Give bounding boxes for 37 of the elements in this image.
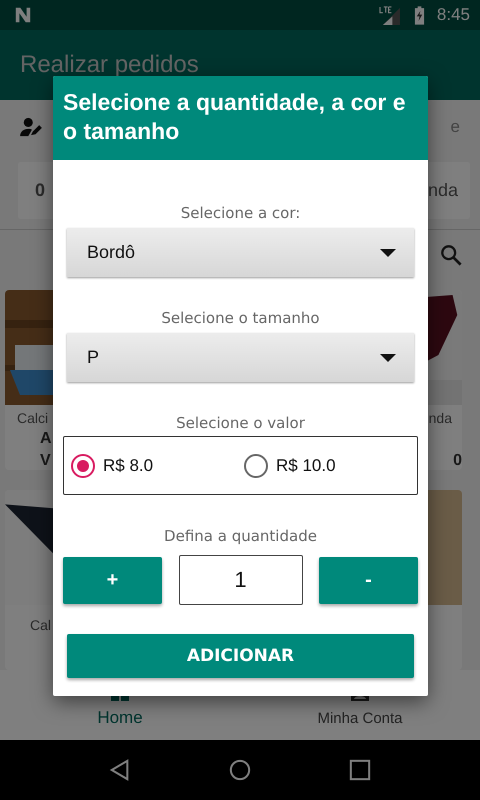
quantity-field[interactable]: 1: [178, 555, 302, 605]
dialog-title: Selecione a quantidade, a cor e o tamanho: [63, 88, 406, 146]
nav-tab[interactable]: Home: [97, 708, 143, 728]
product-detail: A: [40, 430, 52, 448]
product-name: nda: [428, 410, 452, 426]
signal-icon: [378, 6, 400, 24]
user-edit-icon: [20, 116, 42, 137]
field-label: Selecione a cor:: [180, 204, 300, 222]
caret-icon: [380, 354, 396, 362]
recents-icon[interactable]: [349, 759, 371, 781]
increment-button[interactable]: +: [63, 556, 162, 604]
product-detail: 0: [453, 452, 462, 470]
caret-icon: [380, 248, 396, 256]
summary-value: nda: [428, 180, 458, 201]
decrement-button[interactable]: -: [319, 556, 418, 604]
radio-button[interactable]: [71, 454, 95, 478]
notification-icon: [14, 6, 32, 24]
clock-time: 8:45: [436, 5, 470, 25]
product-name: Cal: [30, 617, 52, 633]
radio-button[interactable]: [244, 454, 268, 478]
home-icon[interactable]: [229, 759, 251, 781]
battery-icon: [414, 6, 425, 24]
search-icon[interactable]: [440, 244, 462, 266]
product-name: Calci: [17, 410, 48, 426]
field-label: Defina a quantidade: [164, 527, 317, 545]
nav-tab[interactable]: Minha Conta: [317, 710, 403, 727]
dropdown[interactable]: Bordô: [67, 228, 414, 277]
field-label: Selecione o valor: [176, 414, 305, 432]
field-label: Selecione o tamanho: [161, 309, 320, 327]
summary-value: 0: [35, 180, 46, 201]
dropdown[interactable]: P: [67, 333, 414, 382]
add-button[interactable]: ADICIONAR: [67, 634, 414, 678]
app-title: Realizar pedidos: [20, 51, 199, 79]
radio-label: R$ 10.0: [276, 456, 336, 476]
back-icon[interactable]: [109, 759, 131, 781]
radio-label: R$ 8.0: [103, 456, 154, 476]
product-detail: V: [40, 452, 51, 470]
